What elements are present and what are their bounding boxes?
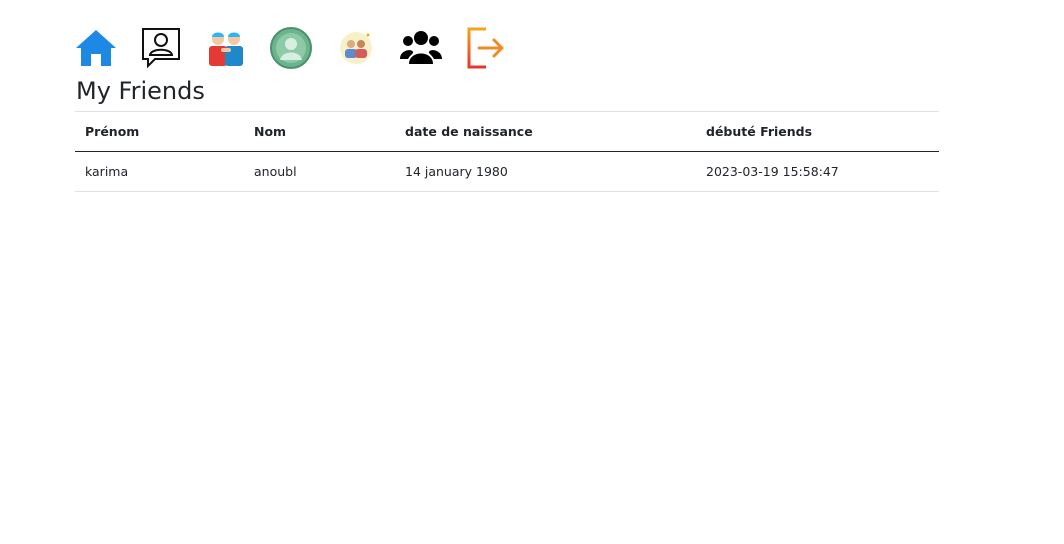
top-nav bbox=[74, 26, 529, 70]
avatar-icon[interactable] bbox=[269, 26, 313, 70]
friends-table: Prénom Nom date de naissance débuté Frie… bbox=[75, 111, 939, 192]
cell-birthdate: 14 january 1980 bbox=[395, 151, 696, 192]
column-header-birthdate: date de naissance bbox=[395, 111, 696, 152]
table-header-row: Prénom Nom date de naissance débuté Frie… bbox=[75, 111, 939, 152]
friend-requests-icon[interactable] bbox=[334, 26, 378, 70]
column-header-friends-since: débuté Friends bbox=[696, 111, 939, 152]
cell-firstname: karima bbox=[75, 151, 244, 192]
table-row: karima anoubl 14 january 1980 2023-03-19… bbox=[75, 151, 939, 192]
profile-chat-icon[interactable] bbox=[139, 26, 183, 70]
logout-icon[interactable] bbox=[464, 26, 508, 70]
cell-lastname: anoubl bbox=[244, 151, 395, 192]
home-icon[interactable] bbox=[74, 26, 118, 70]
groups-icon[interactable] bbox=[399, 26, 443, 70]
page-title: My Friends bbox=[76, 77, 205, 105]
friends-icon[interactable] bbox=[204, 26, 248, 70]
column-header-lastname: Nom bbox=[244, 111, 395, 152]
cell-friends-since: 2023-03-19 15:58:47 bbox=[696, 151, 939, 192]
column-header-firstname: Prénom bbox=[75, 111, 244, 152]
